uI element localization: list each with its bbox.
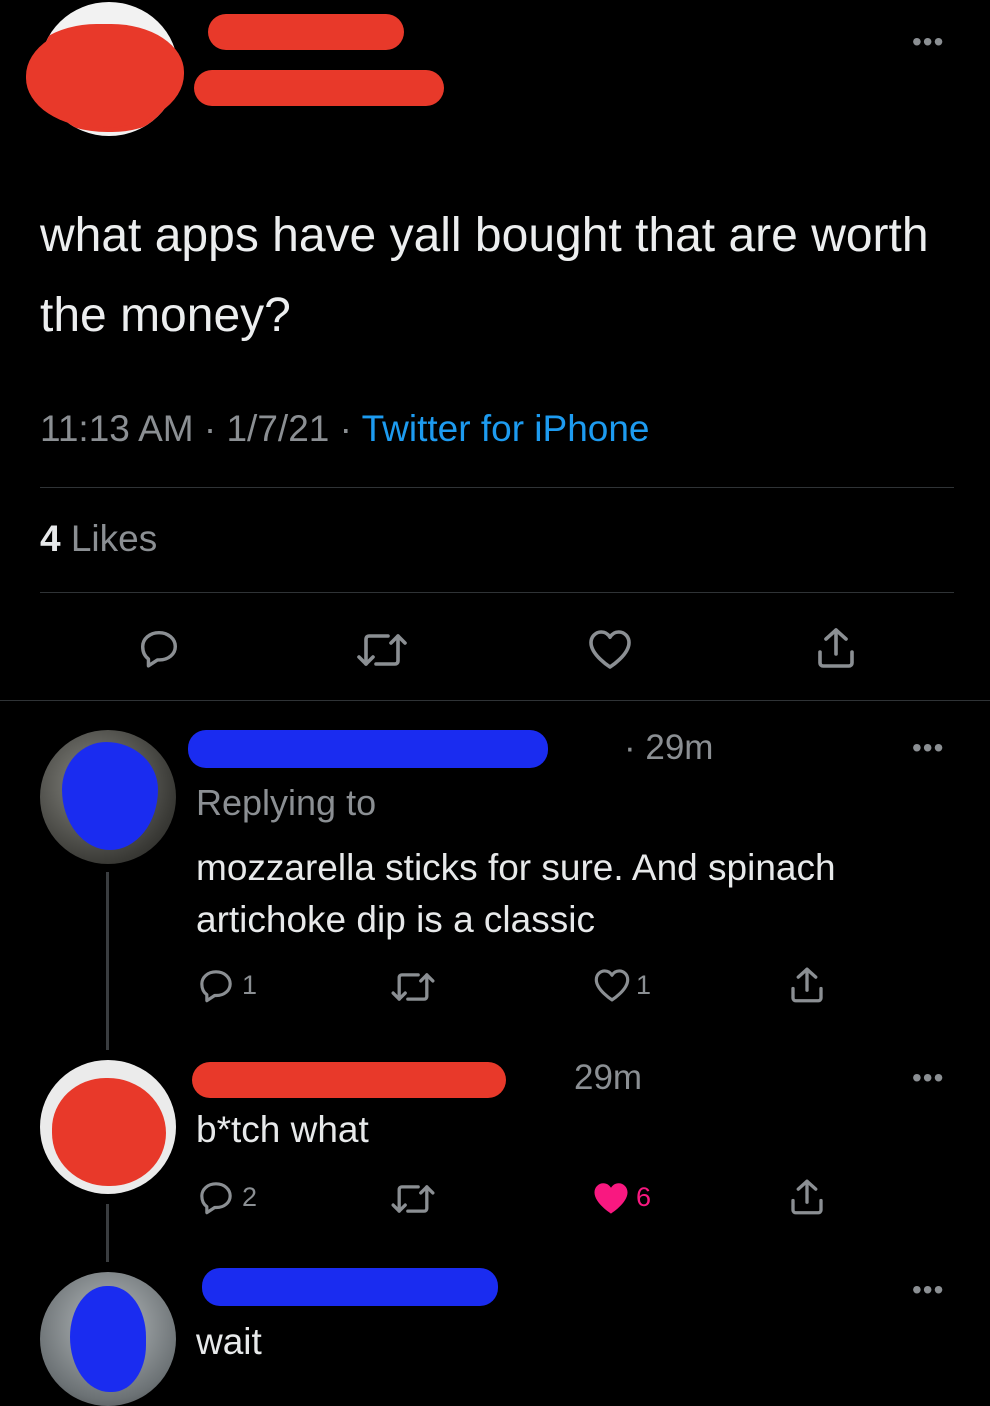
share-icon[interactable] (812, 624, 860, 672)
retweet-icon[interactable] (356, 628, 408, 672)
like-icon[interactable] (592, 966, 632, 1004)
comment-time: 29m (574, 1058, 643, 1097)
commenter-name-redaction (188, 730, 548, 768)
author-name-redaction (208, 14, 404, 50)
like-count: 1 (636, 970, 652, 1000)
tweet-text: what apps have yall bought that are wort… (40, 209, 929, 342)
commenter-name-redaction (202, 1268, 498, 1306)
commenter-avatar[interactable] (40, 1060, 176, 1194)
comment-time: · 29m (624, 728, 714, 767)
share-icon[interactable] (786, 1176, 828, 1218)
commenter-avatar[interactable] (40, 730, 176, 864)
reply-count: 1 (242, 970, 258, 1000)
reply-count: 2 (242, 1182, 258, 1212)
likes-count-link[interactable]: 4 Likes (40, 518, 157, 560)
likes-number: 4 (40, 518, 61, 559)
tweet-source-link[interactable]: Twitter for iPhone (362, 408, 650, 449)
tweet-time: 11:13 AM (40, 408, 194, 449)
like-icon[interactable] (586, 626, 634, 672)
commenter-avatar[interactable] (40, 1272, 176, 1406)
thread-line (106, 1204, 109, 1262)
divider (40, 592, 954, 593)
tweet-meta: 11:13 AM · 1/7/21 · Twitter for iPhone (40, 408, 650, 450)
comment-text: b*tch what (196, 1109, 369, 1150)
comment-text: wait (196, 1321, 262, 1362)
tweet-date: 1/7/21 (226, 408, 330, 449)
divider (40, 487, 954, 488)
like-count: 6 (636, 1182, 652, 1212)
comment-text: mozzarella sticks for sure. And spinach … (196, 847, 836, 940)
divider (0, 700, 990, 701)
thread-line (106, 872, 109, 1050)
avatar-redaction (62, 742, 158, 850)
replying-to: Replying to (196, 782, 377, 823)
reply-icon[interactable] (136, 626, 182, 672)
avatar-redaction (70, 1286, 146, 1392)
liked-heart-icon[interactable] (590, 1178, 632, 1218)
retweet-icon[interactable] (390, 1180, 436, 1218)
more-icon[interactable]: ••• (912, 1276, 944, 1304)
author-handle-redaction (194, 70, 444, 106)
meta-separator: · (339, 408, 352, 449)
meta-separator: · (203, 408, 217, 449)
more-icon[interactable]: ••• (912, 734, 944, 762)
likes-label: Likes (70, 518, 158, 559)
share-icon[interactable] (786, 964, 828, 1006)
reply-icon[interactable] (196, 1178, 236, 1218)
commenter-name-redaction (192, 1062, 506, 1098)
more-icon[interactable]: ••• (912, 1064, 944, 1092)
reply-icon[interactable] (196, 966, 236, 1006)
avatar-redaction (52, 1078, 166, 1186)
more-icon[interactable]: ••• (912, 28, 944, 56)
retweet-icon[interactable] (390, 968, 436, 1006)
